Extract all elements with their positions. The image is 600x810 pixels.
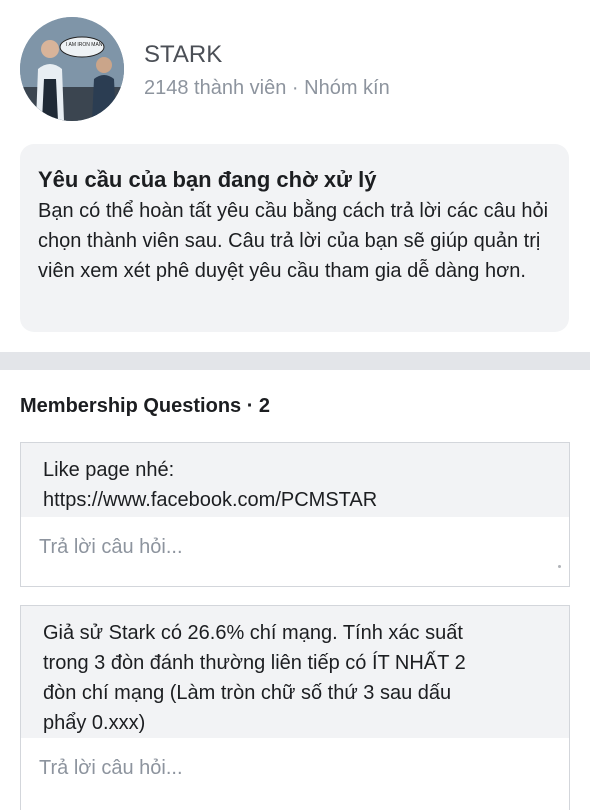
question-card: Like page nhé: https://www.facebook.com/… <box>20 442 570 587</box>
question-line: Like page nhé: <box>43 459 175 481</box>
resize-handle[interactable] <box>558 565 561 568</box>
group-header: I AM IRON MAN STARK 2148 thành viên · Nh… <box>20 17 580 127</box>
pending-description: Bạn có thể hoàn tất yêu cầu bằng cách tr… <box>38 200 549 282</box>
membership-questions-title: Membership Questions · 2 <box>20 395 271 417</box>
group-name[interactable]: STARK <box>144 41 222 69</box>
avatar-image <box>20 17 124 121</box>
answer-input[interactable] <box>21 738 569 798</box>
question-line: https://www.facebook.com/PCMSTAR <box>43 489 378 511</box>
pending-request-card: Yêu cầu của bạn đang chờ xử lý Bạn có th… <box>20 144 569 332</box>
group-privacy: Nhóm kín <box>304 77 390 99</box>
section-divider <box>0 352 590 370</box>
group-avatar[interactable]: I AM IRON MAN <box>20 17 124 121</box>
question-text: Giả sử Stark có 26.6% chí mạng. Tính xác… <box>21 606 569 738</box>
group-meta: 2148 thành viên · Nhóm kín <box>144 77 390 100</box>
answer-input[interactable] <box>21 517 569 577</box>
question-text: Like page nhé: https://www.facebook.com/… <box>21 443 569 517</box>
question-line: phẩy 0.xxx) <box>43 712 146 734</box>
question-card: Giả sử Stark có 26.6% chí mạng. Tính xác… <box>20 605 570 810</box>
meta-separator: · <box>291 77 299 99</box>
pending-title: Yêu cầu của bạn đang chờ xử lý <box>38 167 377 192</box>
avatar-caption: I AM IRON MAN <box>66 42 103 48</box>
question-line: đòn chí mạng (Làm tròn chữ số thứ 3 sau … <box>43 682 452 704</box>
question-line: trong 3 đòn đánh thường liên tiếp có ÍT … <box>43 652 466 674</box>
question-line: Giả sử Stark có 26.6% chí mạng. Tính xác… <box>43 622 463 644</box>
member-count: 2148 thành viên <box>144 77 287 99</box>
